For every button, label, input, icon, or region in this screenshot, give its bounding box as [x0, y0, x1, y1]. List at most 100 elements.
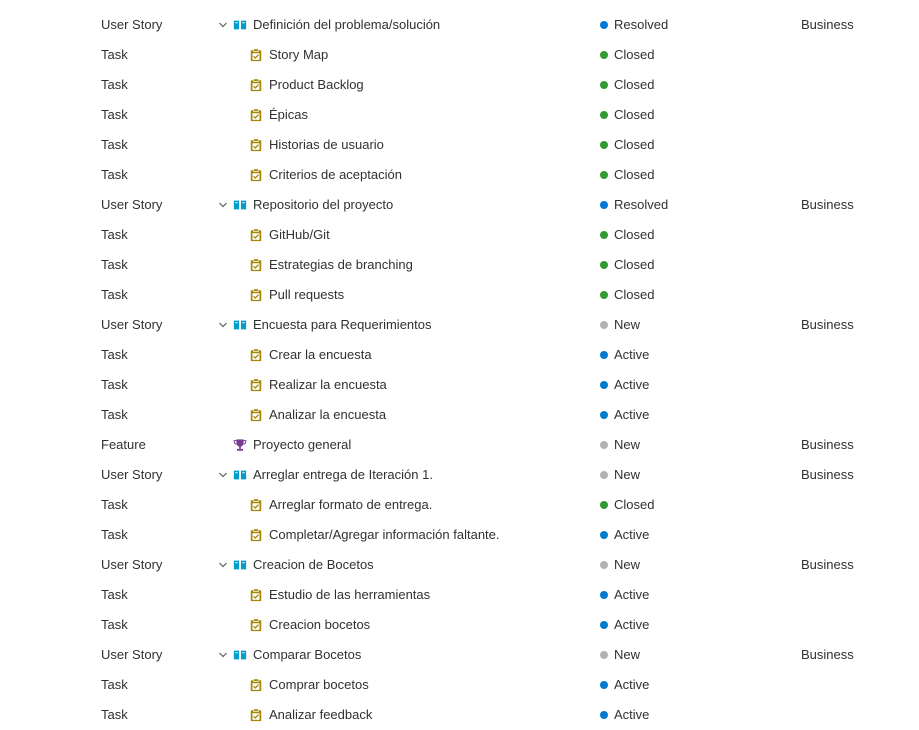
task-icon: [250, 498, 262, 512]
work-item-state: Closed: [600, 130, 654, 160]
work-item-row[interactable]: Task Crear la encuesta Active: [0, 340, 919, 370]
work-item-row[interactable]: Task GitHub/Git Closed: [0, 220, 919, 250]
work-item-title[interactable]: Creacion de Bocetos: [253, 550, 374, 580]
work-item-title[interactable]: Estudio de las herramientas: [269, 580, 430, 610]
work-item-row[interactable]: Task Arreglar formato de entrega. Closed: [0, 490, 919, 520]
work-item-title[interactable]: Encuesta para Requerimientos: [253, 310, 432, 340]
state-label: Active: [614, 527, 650, 542]
work-item-row[interactable]: User Story Creacion de Bocetos New Business: [0, 550, 919, 580]
user-story-icon: [233, 20, 247, 30]
area-path: Business: [801, 467, 854, 482]
work-item-type: User Story: [101, 17, 163, 32]
work-item-row[interactable]: Feature Proyecto general New Business: [0, 430, 919, 460]
work-item-row[interactable]: Task Estrategias de branching Closed: [0, 250, 919, 280]
chevron-down-icon[interactable]: [218, 201, 228, 209]
work-item-row[interactable]: Task Estudio de las herramientas Active: [0, 580, 919, 610]
state-dot: [600, 681, 608, 689]
state-dot: [600, 111, 608, 119]
work-item-title[interactable]: Completar/Agregar información faltante.: [269, 520, 500, 550]
work-item-title-cell: Pull requests: [249, 280, 344, 310]
chevron-down-icon[interactable]: [218, 471, 228, 479]
work-item-row[interactable]: Task Completar/Agregar información faltan…: [0, 520, 919, 550]
work-item-state: Closed: [600, 250, 654, 280]
work-item-type: Task: [101, 587, 128, 602]
state-label: Active: [614, 377, 650, 392]
state-dot: [600, 321, 608, 329]
work-item-title-cell: Repositorio del proyecto: [233, 190, 393, 220]
chevron-down-icon[interactable]: [218, 561, 228, 569]
work-item-title[interactable]: Story Map: [269, 40, 328, 70]
state-dot: [600, 501, 608, 509]
work-item-row[interactable]: Task Analizar feedback Active: [0, 700, 919, 730]
state-label: Closed: [614, 257, 655, 272]
work-item-type: Task: [101, 497, 128, 512]
work-item-title[interactable]: Arreglar formato de entrega.: [269, 490, 432, 520]
work-item-row[interactable]: Task Analizar la encuesta Active: [0, 400, 919, 430]
work-item-row[interactable]: Task Historias de usuario Closed: [0, 130, 919, 160]
work-item-state: Active: [600, 370, 649, 400]
work-item-row[interactable]: Task Creacion bocetos Active: [0, 610, 919, 640]
work-item-row[interactable]: User Story Repositorio del proyecto Resolv…: [0, 190, 919, 220]
state-dot: [600, 231, 608, 239]
work-item-title[interactable]: Analizar la encuesta: [269, 400, 386, 430]
work-item-title[interactable]: Pull requests: [269, 280, 344, 310]
user-story-icon: [233, 320, 247, 330]
work-item-title[interactable]: Definición del problema/solución: [253, 10, 440, 40]
work-item-title-cell: Creacion bocetos: [249, 610, 370, 640]
work-item-row[interactable]: Task Story Map Closed: [0, 40, 919, 70]
work-item-type: Task: [101, 617, 128, 632]
work-item-title[interactable]: Proyecto general: [253, 430, 351, 460]
work-item-title[interactable]: Épicas: [269, 100, 308, 130]
state-dot: [600, 651, 608, 659]
work-item-state: New: [600, 310, 640, 340]
state-label: Active: [614, 707, 650, 722]
work-item-type: Task: [101, 407, 128, 422]
work-item-row[interactable]: Task Product Backlog Closed: [0, 70, 919, 100]
work-item-title[interactable]: Comparar Bocetos: [253, 640, 361, 670]
work-item-type: Task: [101, 167, 128, 182]
state-label: Closed: [614, 137, 655, 152]
work-item-state: Active: [600, 580, 649, 610]
work-item-row[interactable]: User Story Definición del problema/soluci…: [0, 10, 919, 40]
state-label: Active: [614, 587, 650, 602]
chevron-down-icon[interactable]: [218, 321, 228, 329]
work-item-type: Task: [101, 527, 128, 542]
work-item-title[interactable]: GitHub/Git: [269, 220, 330, 250]
work-item-title[interactable]: Creacion bocetos: [269, 610, 370, 640]
chevron-down-icon[interactable]: [218, 21, 228, 29]
work-item-title[interactable]: Product Backlog: [269, 70, 364, 100]
work-item-row[interactable]: User Story Encuesta para Requerimientos Ne…: [0, 310, 919, 340]
state-dot: [600, 411, 608, 419]
work-item-title-cell: Creacion de Bocetos: [233, 550, 374, 580]
work-item-title[interactable]: Arreglar entrega de Iteración 1.: [253, 460, 433, 490]
work-item-row[interactable]: User Story Comparar Bocetos New Business: [0, 640, 919, 670]
work-item-title[interactable]: Analizar feedback: [269, 700, 372, 730]
work-item-row[interactable]: Task Pull requests Closed: [0, 280, 919, 310]
work-item-row[interactable]: Task Épicas Closed: [0, 100, 919, 130]
work-item-title[interactable]: Historias de usuario: [269, 130, 384, 160]
work-item-state: Active: [600, 670, 649, 700]
task-icon: [250, 138, 262, 152]
work-item-title[interactable]: Comprar bocetos: [269, 670, 369, 700]
area-path: Business: [801, 317, 854, 332]
work-item-title-cell: Story Map: [249, 40, 328, 70]
work-item-title[interactable]: Repositorio del proyecto: [253, 190, 393, 220]
work-item-title[interactable]: Estrategias de branching: [269, 250, 413, 280]
work-item-row[interactable]: Task Comprar bocetos Active: [0, 670, 919, 700]
work-item-row[interactable]: User Story Arreglar entrega de Iteración …: [0, 460, 919, 490]
task-icon: [250, 708, 262, 722]
work-item-title[interactable]: Criterios de aceptación: [269, 160, 402, 190]
work-item-title-cell: Historias de usuario: [249, 130, 384, 160]
work-item-type: Task: [101, 677, 128, 692]
work-item-type: Feature: [101, 437, 146, 452]
work-item-title[interactable]: Realizar la encuesta: [269, 370, 387, 400]
work-item-row[interactable]: Task Criterios de aceptación Closed: [0, 160, 919, 190]
work-item-type: User Story: [101, 317, 163, 332]
work-item-row[interactable]: Task Realizar la encuesta Active: [0, 370, 919, 400]
state-label: Active: [614, 347, 650, 362]
work-item-title[interactable]: Crear la encuesta: [269, 340, 372, 370]
work-item-title-cell: GitHub/Git: [249, 220, 330, 250]
chevron-down-icon[interactable]: [218, 651, 228, 659]
work-item-type: Task: [101, 137, 128, 152]
work-item-type: Task: [101, 377, 128, 392]
